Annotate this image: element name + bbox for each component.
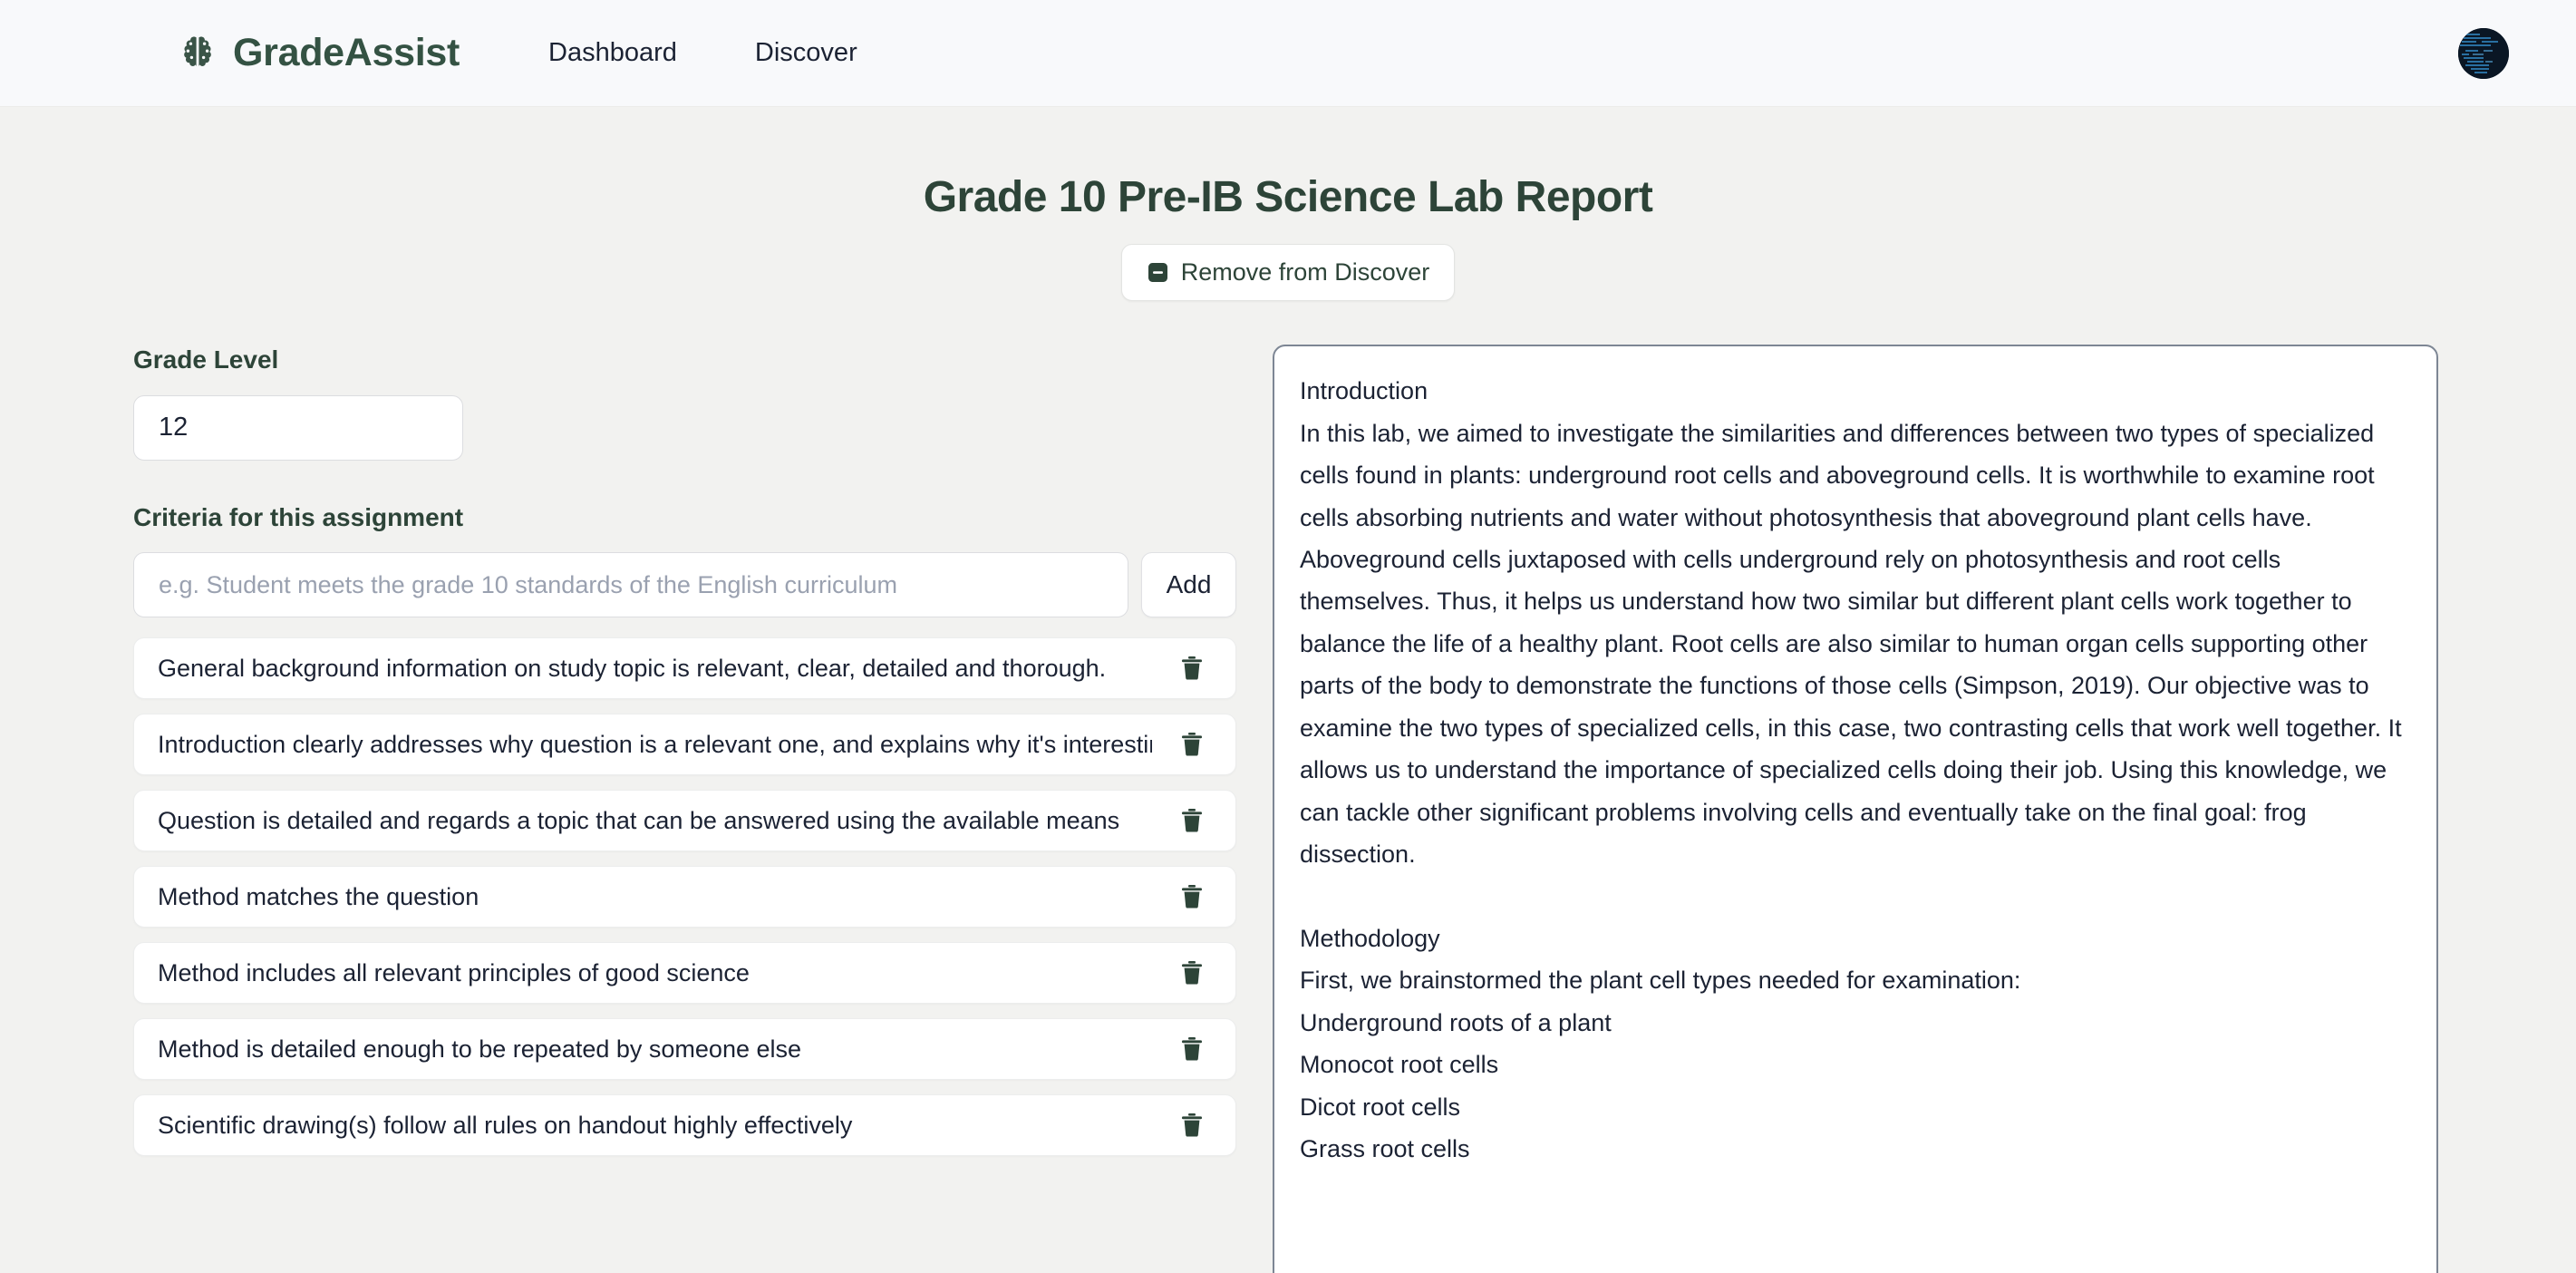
- add-criteria-button[interactable]: Add: [1141, 552, 1236, 618]
- brand-logo[interactable]: GradeAssist: [178, 34, 460, 73]
- criteria-text: General background information on study …: [158, 655, 1107, 683]
- delete-criteria-button[interactable]: [1172, 724, 1212, 764]
- criteria-text: Introduction clearly addresses why quest…: [158, 731, 1152, 759]
- criteria-label: Criteria for this assignment: [133, 502, 464, 531]
- criteria-row: Question is detailed and regards a topic…: [133, 790, 1236, 852]
- essay-text: Introduction In this lab, we aimed to in…: [1300, 377, 2402, 1163]
- criteria-input[interactable]: [133, 552, 1128, 618]
- main-nav: Dashboard Discover: [548, 40, 857, 66]
- trash-icon: [1178, 731, 1206, 758]
- title-block: Grade 10 Pre-IB Science Lab Report Remov…: [0, 172, 2576, 302]
- app-header: GradeAssist Dashboard Discover: [0, 0, 2576, 107]
- remove-from-discover-label: Remove from Discover: [1180, 258, 1430, 287]
- trash-icon: [1178, 1035, 1206, 1063]
- grade-level-label: Grade Level: [133, 345, 279, 374]
- criteria-text: Method is detailed enough to be repeated…: [158, 1035, 802, 1064]
- brain-icon: [178, 34, 218, 73]
- main-content: Grade Level Criteria for this assignment…: [0, 301, 2576, 1273]
- grade-level-input[interactable]: [133, 394, 463, 461]
- brand-name: GradeAssist: [233, 31, 460, 74]
- criteria-list: General background information on study …: [133, 637, 1236, 1157]
- criteria-text: Method includes all relevant principles …: [158, 959, 750, 987]
- criteria-add-row: Add: [133, 552, 1236, 618]
- trash-icon: [1178, 883, 1206, 910]
- criteria-row: Scientific drawing(s) follow all rules o…: [133, 1094, 1236, 1157]
- criteria-text: Question is detailed and regards a topic…: [158, 807, 1120, 835]
- nav-item-dashboard[interactable]: Dashboard: [548, 40, 677, 66]
- essay-panel-wrapper: Introduction In this lab, we aimed to in…: [1273, 345, 2576, 1273]
- criteria-text: Scientific drawing(s) follow all rules o…: [158, 1112, 853, 1140]
- delete-criteria-button[interactable]: [1172, 1105, 1212, 1145]
- criteria-row: Method matches the question: [133, 866, 1236, 928]
- delete-criteria-button[interactable]: [1172, 648, 1212, 688]
- avatar[interactable]: [2458, 27, 2509, 79]
- page-title: Grade 10 Pre-IB Science Lab Report: [923, 173, 1653, 221]
- criteria-row: Method includes all relevant principles …: [133, 942, 1236, 1005]
- criteria-row: Method is detailed enough to be repeated…: [133, 1018, 1236, 1081]
- nav-item-discover[interactable]: Discover: [755, 40, 857, 66]
- trash-icon: [1178, 655, 1206, 682]
- delete-criteria-button[interactable]: [1172, 877, 1212, 917]
- delete-criteria-button[interactable]: [1172, 801, 1212, 841]
- trash-icon: [1178, 959, 1206, 986]
- remove-from-discover-button[interactable]: Remove from Discover: [1120, 244, 1456, 302]
- criteria-panel: Grade Level Criteria for this assignment…: [0, 345, 1273, 1171]
- minus-square-icon: [1147, 261, 1169, 284]
- criteria-row: General background information on study …: [133, 637, 1236, 700]
- trash-icon: [1178, 1112, 1206, 1139]
- trash-icon: [1178, 807, 1206, 834]
- criteria-row: Introduction clearly addresses why quest…: [133, 714, 1236, 776]
- essay-panel[interactable]: Introduction In this lab, we aimed to in…: [1273, 345, 2438, 1273]
- delete-criteria-button[interactable]: [1172, 1029, 1212, 1069]
- delete-criteria-button[interactable]: [1172, 953, 1212, 993]
- criteria-text: Method matches the question: [158, 883, 479, 911]
